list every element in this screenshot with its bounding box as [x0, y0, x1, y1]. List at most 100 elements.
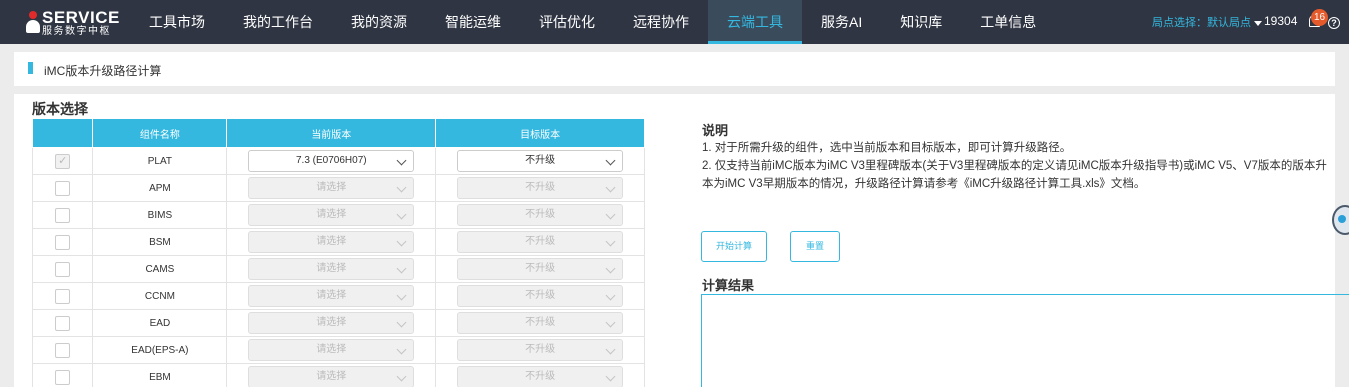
target-version-value: 不升级	[525, 344, 556, 355]
nav-my-resources[interactable]: 我的资源	[332, 0, 426, 44]
row-checkbox[interactable]	[55, 261, 71, 277]
nav-tickets[interactable]: 工单信息	[961, 0, 1055, 44]
assistant-robot-icon[interactable]	[1332, 195, 1349, 239]
chevron-down-icon	[396, 263, 407, 274]
nav-my-workbench[interactable]: 我的工作台	[224, 0, 332, 44]
current-version-select[interactable]: 请选择	[248, 339, 415, 361]
result-output-area[interactable]	[701, 294, 1349, 387]
chevron-down-icon	[605, 371, 616, 382]
target-version-select[interactable]: 不升级	[457, 231, 624, 253]
row-checkbox[interactable]	[55, 207, 71, 223]
row-cell-target: 不升级	[435, 174, 645, 202]
row-cell-target: 不升级	[435, 147, 645, 175]
logo-mark-icon	[26, 11, 40, 33]
chevron-down-icon	[396, 371, 407, 382]
row-cell-current: 请选择	[226, 255, 437, 283]
nav-cloud-tools[interactable]: 云端工具	[708, 0, 802, 44]
result-title: 计算结果	[702, 278, 755, 293]
table-row: CCNM 请选择 不升级	[31, 282, 645, 310]
row-checkbox[interactable]	[55, 180, 71, 196]
table-row: EBM 请选择 不升级	[31, 363, 645, 387]
current-version-select[interactable]: 请选择	[248, 258, 415, 280]
current-version-value: 请选择	[316, 263, 347, 274]
nav-knowledge-base[interactable]: 知识库	[881, 0, 961, 44]
row-cell-checkbox	[31, 201, 94, 229]
notes-line-1: 1. 对于所需升级的组件，选中当前版本和目标版本，即可计算升级路径。	[702, 142, 1072, 154]
row-cell-target: 不升级	[435, 282, 645, 310]
current-version-select[interactable]: 请选择	[248, 285, 415, 307]
target-version-select[interactable]: 不升级	[457, 258, 624, 280]
row-checkbox[interactable]	[55, 342, 71, 358]
current-version-value: 请选择	[316, 371, 347, 382]
table-row: EAD(EPS-A) 请选择 不升级	[31, 336, 645, 364]
component-name: EAD	[92, 309, 228, 337]
current-version-value: 请选择	[316, 236, 347, 247]
target-version-value: 不升级	[525, 317, 556, 328]
column-header-current-version: 当前版本	[226, 118, 437, 148]
current-version-select[interactable]: 请选择	[248, 177, 415, 199]
table-row: BIMS 请选择 不升级	[31, 201, 645, 229]
logo[interactable]: SERVICE 服务数字中枢	[26, 6, 126, 38]
row-cell-target: 不升级	[435, 336, 645, 364]
target-version-value: 不升级	[525, 182, 556, 193]
current-version-value: 7.3 (E0706H07)	[296, 155, 367, 166]
nav-evaluation[interactable]: 评估优化	[520, 0, 614, 44]
user-id[interactable]: 19304	[1264, 14, 1297, 28]
target-version-select[interactable]: 不升级	[457, 150, 624, 172]
current-version-select[interactable]: 请选择	[248, 231, 415, 253]
target-version-value: 不升级	[525, 209, 556, 220]
row-cell-checkbox	[31, 228, 94, 256]
help-icon[interactable]: ?	[1328, 17, 1340, 29]
row-checkbox[interactable]: ✓	[55, 153, 71, 169]
nav-service-ai[interactable]: 服务AI	[802, 0, 881, 44]
site-selector[interactable]: 局点选择：默认局点	[1152, 14, 1262, 30]
target-version-value: 不升级	[525, 290, 556, 301]
row-cell-checkbox	[31, 363, 94, 387]
nav-remote-collab[interactable]: 远程协作	[614, 0, 708, 44]
component-name: BSM	[92, 228, 228, 256]
current-version-value: 请选择	[316, 209, 347, 220]
chevron-down-icon	[605, 209, 616, 220]
nav-tool-market[interactable]: 工具市场	[130, 0, 224, 44]
current-version-select[interactable]: 请选择	[248, 204, 415, 226]
logo-text: SERVICE	[42, 8, 120, 27]
version-select-title: 版本选择	[32, 101, 88, 117]
row-cell-current: 请选择	[226, 363, 437, 387]
target-version-select[interactable]: 不升级	[457, 366, 624, 387]
reset-button[interactable]: 重置	[790, 231, 840, 262]
current-version-value: 请选择	[316, 290, 347, 301]
chevron-down-icon	[396, 317, 407, 328]
target-version-select[interactable]: 不升级	[457, 339, 624, 361]
logo-subtitle: 服务数字中枢	[42, 26, 111, 37]
notes-line-2: 2. 仅支持当前iMC版本为iMC V3里程碑版本(关于V3里程碑版本的定义请见…	[702, 160, 1327, 172]
site-selector-label: 局点选择：默认局点	[1152, 17, 1251, 29]
row-checkbox[interactable]	[55, 234, 71, 250]
top-navbar: SERVICE 服务数字中枢 工具市场 我的工作台 我的资源 智能运维 评估优化…	[0, 0, 1349, 44]
row-checkbox[interactable]	[55, 315, 71, 331]
target-version-select[interactable]: 不升级	[457, 285, 624, 307]
current-version-select[interactable]: 7.3 (E0706H07)	[248, 150, 415, 172]
row-cell-target: 不升级	[435, 309, 645, 337]
row-cell-current: 请选择	[226, 309, 437, 337]
row-cell-current: 请选择	[226, 282, 437, 310]
row-cell-target: 不升级	[435, 201, 645, 229]
title-accent-bar	[28, 62, 33, 74]
row-checkbox[interactable]	[55, 369, 71, 385]
target-version-select[interactable]: 不升级	[457, 204, 624, 226]
component-name: CAMS	[92, 255, 228, 283]
target-version-select[interactable]: 不升级	[457, 312, 624, 334]
current-version-value: 请选择	[316, 317, 347, 328]
current-version-select[interactable]: 请选择	[248, 312, 415, 334]
chevron-down-icon	[396, 155, 407, 166]
current-version-select[interactable]: 请选择	[248, 366, 415, 387]
column-header-component: 组件名称	[92, 118, 228, 148]
chevron-down-icon	[396, 290, 407, 301]
component-name: APM	[92, 174, 228, 202]
row-checkbox[interactable]	[55, 288, 71, 304]
calculate-button[interactable]: 开始计算	[701, 231, 767, 262]
row-cell-checkbox	[31, 282, 94, 310]
target-version-value: 不升级	[525, 371, 556, 382]
target-version-select[interactable]: 不升级	[457, 177, 624, 199]
row-cell-target: 不升级	[435, 228, 645, 256]
nav-smart-ops[interactable]: 智能运维	[426, 0, 520, 44]
